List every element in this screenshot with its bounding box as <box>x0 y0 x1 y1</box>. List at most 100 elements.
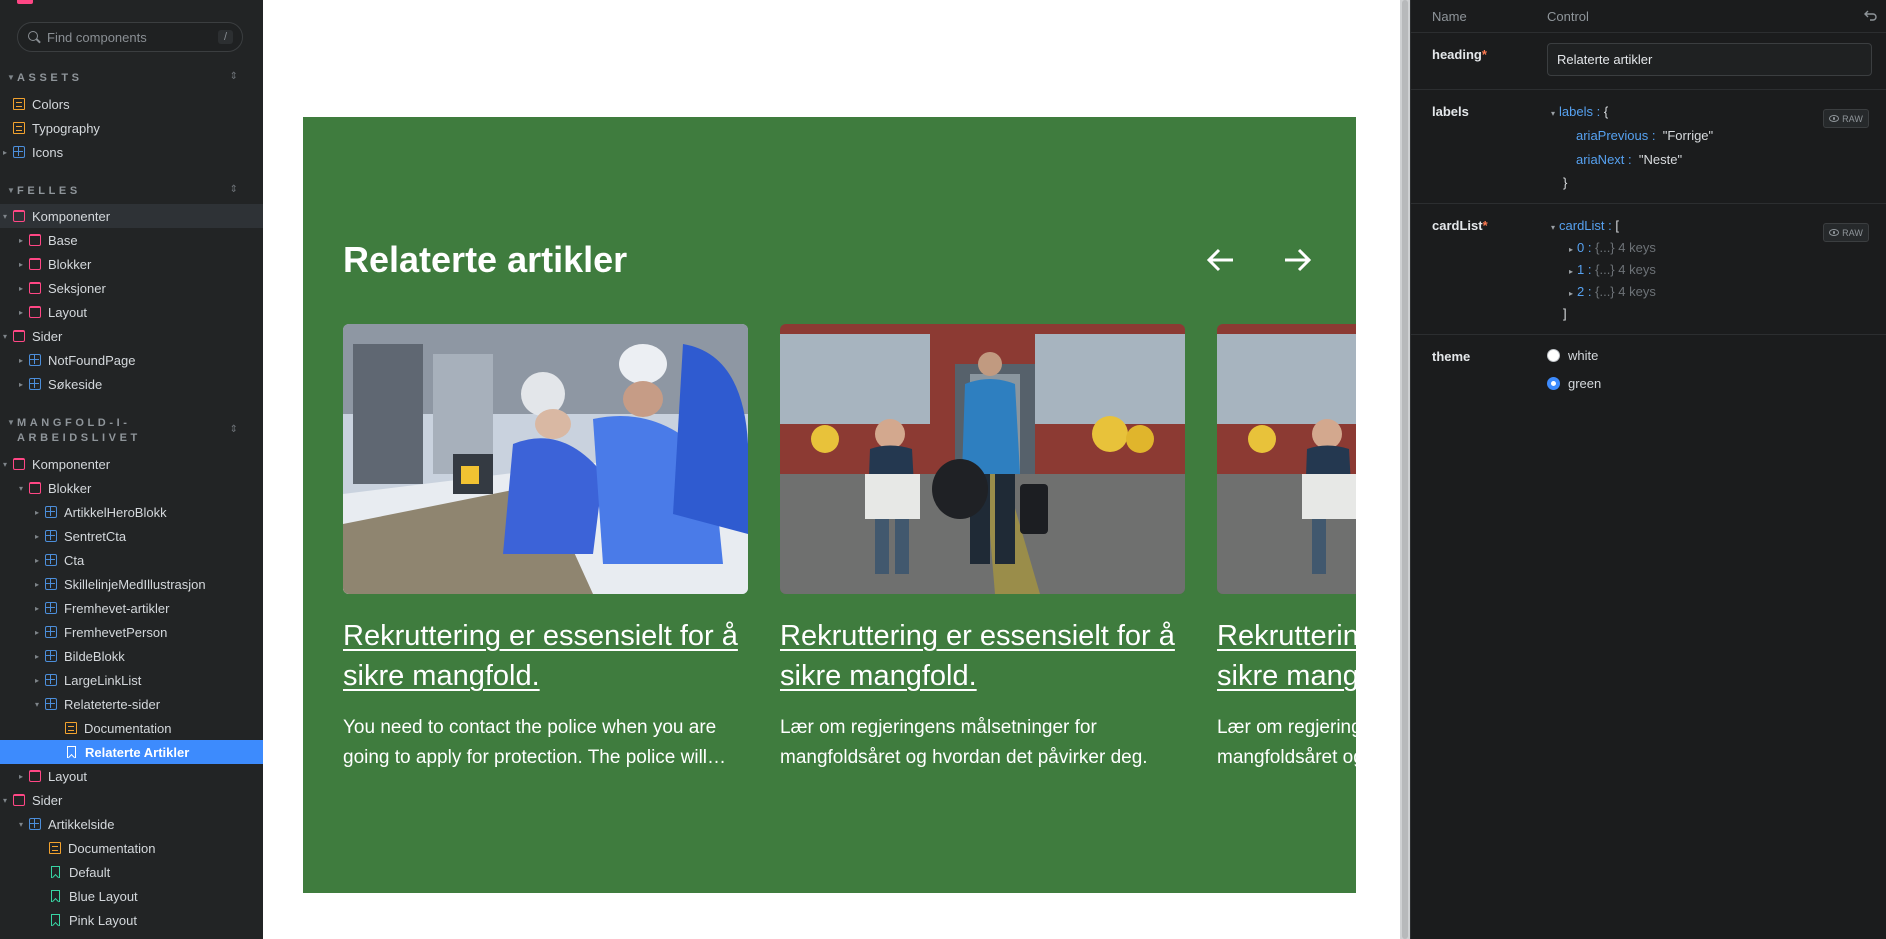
sidebar-item-documentation[interactable]: Documentation <box>0 716 263 740</box>
sidebar-item-skillelinje[interactable]: ▸ SkillelinjeMedIllustrasjon <box>0 572 263 596</box>
folder-icon <box>29 306 41 318</box>
sidebar-item-documentation-2[interactable]: Documentation <box>0 836 263 860</box>
component-icon <box>29 354 41 366</box>
cardlist-item[interactable]: ▸ 2 : {...} 4 keys <box>1569 284 1656 299</box>
collapse-icon[interactable]: ▾ <box>1551 223 1555 232</box>
section-header-assets[interactable]: ▼ ASSETS ⇕ <box>0 71 263 86</box>
bookmark-icon <box>51 866 60 878</box>
raw-toggle-button[interactable]: RAW <box>1823 109 1869 128</box>
folder-icon <box>29 770 41 782</box>
card-title-link[interactable]: Rekruttering er essensielt for å sikre m… <box>1217 616 1356 696</box>
cardlist-item[interactable]: ▸ 1 : {...} 4 keys <box>1569 262 1656 277</box>
expand-all-icon[interactable]: ⇕ <box>230 71 238 82</box>
chevron-right-icon: ▸ <box>34 675 39 685</box>
chevron-down-icon: ▼ <box>7 186 15 195</box>
raw-toggle-button[interactable]: RAW <box>1823 223 1869 242</box>
cardlist-item[interactable]: ▸ 0 : {...} 4 keys <box>1569 240 1656 255</box>
sidebar-item-blokker-2[interactable]: ▾ Blokker <box>0 476 263 500</box>
expand-all-icon[interactable]: ⇕ <box>230 424 238 435</box>
chevron-right-icon: ▸ <box>18 355 23 365</box>
bookmark-icon <box>51 914 60 926</box>
chevron-down-icon: ▼ <box>7 418 15 427</box>
article-card[interactable]: Rekruttering er essensielt for å sikre m… <box>343 324 748 773</box>
sidebar-item-sokeside[interactable]: ▸ Søkeside <box>0 372 263 396</box>
sidebar-item-blue-layout[interactable]: Blue Layout <box>0 884 263 908</box>
chevron-right-icon: ▸ <box>18 379 23 389</box>
sidebar-item-typography[interactable]: Typography <box>0 116 263 140</box>
preview-scrollbar[interactable] <box>1400 0 1410 939</box>
expand-icon: ▸ <box>1569 267 1574 276</box>
folder-icon <box>29 258 41 270</box>
sidebar-item-sider[interactable]: ▾ Sider <box>0 324 263 348</box>
section-header-mangfold[interactable]: ▼ MANGFOLD-I-ARBEIDSLIVET ⇕ <box>0 416 263 446</box>
card-title-link[interactable]: Rekruttering er essensielt for å sikre m… <box>780 616 1185 696</box>
chevron-right-icon: ▸ <box>34 555 39 565</box>
folder-icon <box>29 282 41 294</box>
collapse-icon[interactable]: ▾ <box>1551 109 1555 118</box>
column-name-header: Name <box>1432 8 1467 24</box>
theme-option-green[interactable]: green <box>1547 376 1601 391</box>
chevron-right-icon: ▸ <box>2 147 7 157</box>
labels-entry-aria-previous[interactable]: ariaPrevious : "Forrige" <box>1576 128 1713 143</box>
card-title-link[interactable]: Rekruttering er essensielt for å sikre m… <box>343 616 748 696</box>
sidebar-item-largelinklist[interactable]: ▸ LargeLinkList <box>0 668 263 692</box>
folder-icon <box>13 458 25 470</box>
column-control-header: Control <box>1547 8 1589 24</box>
sidebar-item-blokker[interactable]: ▸ Blokker <box>0 252 263 276</box>
previous-button[interactable] <box>1203 243 1239 277</box>
theme-option-white[interactable]: white <box>1547 348 1598 363</box>
sidebar-item-seksjoner[interactable]: ▸ Seksjoner <box>0 276 263 300</box>
sidebar-item-layout-2[interactable]: ▸ Layout <box>0 764 263 788</box>
component-icon <box>45 506 57 518</box>
scrollbar-thumb[interactable] <box>1402 0 1408 939</box>
sidebar-item-bildeblokk[interactable]: ▸ BildeBlokk <box>0 644 263 668</box>
sidebar-item-komponenter-2[interactable]: ▾ Komponenter <box>0 452 263 476</box>
sidebar-item-relaterte-artikler[interactable]: Relaterte Artikler <box>0 740 263 764</box>
component-icon <box>13 146 25 158</box>
chevron-right-icon: ▸ <box>18 771 23 781</box>
sidebar-item-relateterte-sider[interactable]: ▾ Relateterte-sider <box>0 692 263 716</box>
expand-all-icon[interactable]: ⇕ <box>230 184 238 195</box>
article-card[interactable]: Rekruttering er essensielt for å sikre m… <box>780 324 1185 773</box>
reset-controls-icon[interactable] <box>1864 8 1878 22</box>
chevron-right-icon: ▸ <box>18 259 23 269</box>
sidebar-item-artikkelheroblokk[interactable]: ▸ ArtikkelHeroBlokk <box>0 500 263 524</box>
radio-button-selected[interactable] <box>1547 377 1560 390</box>
chevron-down-icon: ▾ <box>2 331 7 341</box>
sidebar-item-icons[interactable]: ▸ Icons <box>0 140 263 164</box>
radio-button[interactable] <box>1547 349 1560 362</box>
search-box[interactable]: / <box>17 22 243 52</box>
sidebar-item-base[interactable]: ▸ Base <box>0 228 263 252</box>
sidebar-item-colors[interactable]: Colors <box>0 92 263 116</box>
chevron-down-icon: ▾ <box>2 795 7 805</box>
sidebar-item-cta[interactable]: ▸ Cta <box>0 548 263 572</box>
search-input[interactable] <box>47 29 207 45</box>
chevron-right-icon: ▸ <box>18 283 23 293</box>
sidebar-item-sentretcta[interactable]: ▸ SentretCta <box>0 524 263 548</box>
search-shortcut-key: / <box>217 30 233 44</box>
next-button[interactable] <box>1279 243 1315 277</box>
heading-input[interactable]: Relaterte artikler <box>1547 43 1872 76</box>
sidebar-item-fremhevet-artikler[interactable]: ▸ Fremhevet-artikler <box>0 596 263 620</box>
chevron-right-icon: ▸ <box>34 651 39 661</box>
sidebar-item-komponenter[interactable]: ▾ Komponenter <box>0 204 263 228</box>
sidebar-item-default[interactable]: Default <box>0 860 263 884</box>
section-header-felles[interactable]: ▼ FELLES ⇕ <box>0 184 263 199</box>
component-icon <box>29 818 41 830</box>
sidebar-item-pink-layout[interactable]: Pink Layout <box>0 908 263 932</box>
bookmark-icon <box>67 746 76 758</box>
document-icon <box>65 722 77 734</box>
chevron-right-icon: ▸ <box>34 531 39 541</box>
sidebar-item-fremhevetperson[interactable]: ▸ FremhevetPerson <box>0 620 263 644</box>
eye-icon <box>1829 115 1840 122</box>
control-row-labels: labels RAW ▾ labels : { ariaPrevious : "F… <box>1411 90 1886 204</box>
preview-canvas: Relaterte artikler Rekruttering er essen… <box>263 0 1400 939</box>
sidebar-item-layout[interactable]: ▸ Layout <box>0 300 263 324</box>
article-card[interactable]: Rekruttering er essensielt for å sikre m… <box>1217 324 1356 773</box>
sidebar-item-artikkelside[interactable]: ▾ Artikkelside <box>0 812 263 836</box>
sidebar-item-notfoundpage[interactable]: ▸ NotFoundPage <box>0 348 263 372</box>
folder-icon <box>13 210 25 222</box>
sidebar-item-sider-2[interactable]: ▾ Sider <box>0 788 263 812</box>
control-row-cardlist: cardList* RAW ▾ cardList : [ ▸ 0 : {...} 4… <box>1411 204 1886 335</box>
labels-entry-aria-next[interactable]: ariaNext : "Neste" <box>1576 152 1682 167</box>
